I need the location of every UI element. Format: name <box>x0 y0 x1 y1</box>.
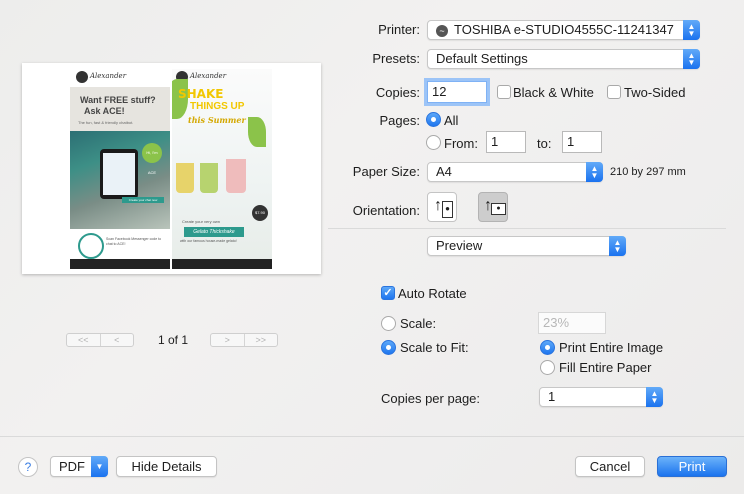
pdf-menu-button[interactable]: PDF ▼ <box>50 456 108 477</box>
section-divider <box>328 228 726 229</box>
popup-chevron-icon: ▲ ▼ <box>609 236 626 256</box>
orientation-label: Orientation: <box>352 203 420 218</box>
portrait-orientation-button[interactable]: ↑ ● <box>427 192 457 222</box>
paper-size-value: A4 <box>436 164 452 179</box>
printer-label: Printer: <box>378 22 420 37</box>
pages-all-radio[interactable] <box>426 112 441 127</box>
print-entire-image-radio[interactable] <box>540 340 555 355</box>
pages-to-label: to: <box>537 136 552 151</box>
pages-label: Pages: <box>379 113 420 128</box>
fill-entire-paper-label: Fill Entire Paper <box>559 360 652 375</box>
popup-chevron-icon: ▲ ▼ <box>683 20 700 40</box>
section-popup[interactable]: Preview ▲ ▼ <box>427 236 626 256</box>
scale-to-fit-radio[interactable] <box>381 340 396 355</box>
two-sided-label: Two-Sided <box>624 85 686 100</box>
preview-first-prev-buttons[interactable]: << < <box>66 333 134 347</box>
flyer-create-text: Create your very own <box>182 219 221 224</box>
flyer-with-text: with our famous house-made gelato! <box>180 239 237 243</box>
popup-chevron-icon: ▲ ▼ <box>586 162 603 182</box>
print-entire-image-label: Print Entire Image <box>559 340 664 355</box>
flyer-sub: this Summer <box>188 115 246 125</box>
flyer-ace-badge: Hi, I'm ACE <box>142 143 162 175</box>
flyer-tagline: The fun, fast & friendly chatbot. <box>78 120 134 125</box>
print-button[interactable]: Print <box>657 456 727 477</box>
presets-label: Presets: <box>372 51 420 66</box>
flyer-headline: Want FREE stuff? <box>80 95 156 105</box>
presets-value: Default Settings <box>436 51 528 66</box>
printer-status-icon: ~ <box>436 25 448 37</box>
paper-size-popup[interactable]: A4 ▲ ▼ <box>427 162 603 182</box>
pages-from-label: From: <box>444 136 478 151</box>
copies-input[interactable]: 12 <box>427 81 487 103</box>
pages-to-input[interactable]: 1 <box>562 131 602 153</box>
prev-page-button[interactable]: < <box>101 334 134 346</box>
scale-label: Scale: <box>400 316 437 331</box>
flyer-headline-ace: Ask ACE! <box>84 106 125 116</box>
flyer-brand-logo <box>76 71 88 83</box>
flyer-brand: Alexander <box>90 72 127 80</box>
flyer-price-badge: $7.90 <box>252 205 268 221</box>
flyer-cta: Create your chat now <box>122 197 164 203</box>
portrait-person-icon: ● <box>442 201 453 218</box>
landscape-person-icon: ● <box>491 203 506 215</box>
flyer-cup-yellow <box>176 163 194 193</box>
flyer-messenger-text: Scan Facebook Messenger code to chat to … <box>106 237 162 246</box>
copies-per-page-value: 1 <box>548 389 556 404</box>
popup-chevron-icon: ▲ ▼ <box>646 387 663 407</box>
pdf-label: PDF <box>59 459 85 474</box>
scale-to-fit-label: Scale to Fit: <box>400 340 469 355</box>
flyer-footer <box>70 259 170 269</box>
preview-next-last-buttons[interactable]: > >> <box>210 333 278 347</box>
portrait-orientation-icon: ↑ <box>434 197 442 214</box>
next-page-button[interactable]: > <box>211 334 245 346</box>
paper-dimensions: 210 by 297 mm <box>610 166 686 178</box>
scale-input[interactable]: 23% <box>538 312 606 334</box>
flyer-footer <box>172 259 272 269</box>
section-value: Preview <box>436 238 483 253</box>
flyer-shake-headline2: THINGS UP <box>190 101 245 112</box>
print-preview-page: Alexander Want FREE stuff? Ask ACE! The … <box>22 63 321 274</box>
auto-rotate-label: Auto Rotate <box>398 286 467 301</box>
printer-name: TOSHIBA e-STUDIO4555C-11241347 <box>454 22 674 37</box>
help-button[interactable]: ? <box>18 457 38 477</box>
last-page-button[interactable]: >> <box>245 334 278 346</box>
black-white-label: Black & White <box>513 85 594 100</box>
flyer-phone-screen <box>103 153 135 195</box>
flyer-leaf <box>248 117 266 147</box>
flyer-brand: Alexander <box>190 72 227 80</box>
cancel-button[interactable]: Cancel <box>575 456 645 477</box>
preview-page-counter: 1 of 1 <box>158 333 189 347</box>
pages-from-input[interactable]: 1 <box>486 131 526 153</box>
copies-per-page-popup[interactable]: 1 ▲ ▼ <box>539 387 663 407</box>
first-page-button[interactable]: << <box>67 334 101 346</box>
scale-radio[interactable] <box>381 316 396 331</box>
hide-details-button[interactable]: Hide Details <box>116 456 217 477</box>
paper-size-label: Paper Size: <box>352 164 420 179</box>
auto-rotate-checkbox[interactable]: ✓ <box>381 286 395 300</box>
flyer-cup-pink <box>226 159 246 193</box>
flyer-thickshake: Gelato Thickshake <box>184 227 244 237</box>
flyer-ace: Alexander Want FREE stuff? Ask ACE! The … <box>70 69 170 269</box>
fill-entire-paper-radio[interactable] <box>540 360 555 375</box>
pages-all-label: All <box>444 113 459 128</box>
presets-popup[interactable]: Default Settings ▲ ▼ <box>427 49 700 69</box>
copies-per-page-label: Copies per page: <box>381 391 481 406</box>
flyer-cup-green <box>200 163 218 193</box>
landscape-orientation-button[interactable]: ↑ ● <box>478 192 508 222</box>
bottom-divider <box>0 436 744 437</box>
black-white-checkbox[interactable] <box>497 85 511 99</box>
copies-label: Copies: <box>375 85 420 100</box>
flyer-shake: Alexander SHAKE THINGS UP this Summer $7… <box>172 69 272 269</box>
flyer-shake-headline: SHAKE <box>178 87 224 101</box>
popup-chevron-icon: ▲ ▼ <box>683 49 700 69</box>
pages-from-radio[interactable] <box>426 135 441 150</box>
two-sided-checkbox[interactable] <box>607 85 621 99</box>
flyer-qr-code <box>78 233 104 259</box>
pdf-chevron-down-icon: ▼ <box>91 456 108 477</box>
printer-popup[interactable]: ~ TOSHIBA e-STUDIO4555C-11241347 ▲ ▼ <box>427 20 700 40</box>
